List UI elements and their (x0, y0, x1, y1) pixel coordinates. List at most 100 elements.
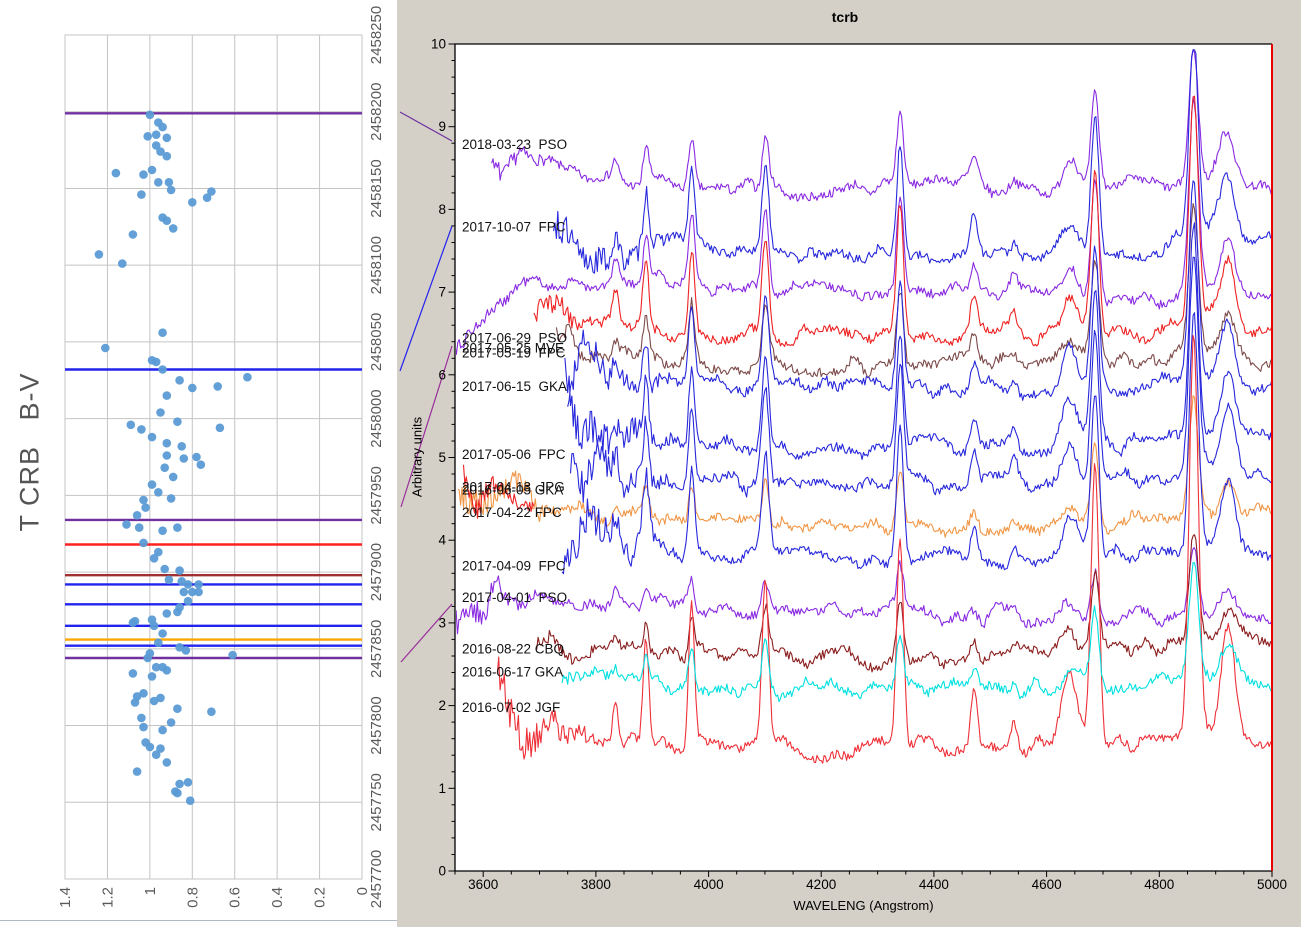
scatter-point (169, 224, 178, 233)
scatter-point (152, 750, 161, 759)
jd-tick-labels: 2458250245820024581502458100245805024580… (368, 6, 385, 908)
scatter-point (131, 617, 140, 626)
connector-line (401, 604, 452, 662)
units-tick-label: 7 (438, 285, 446, 300)
scatter-point (129, 669, 138, 678)
scatter-point (163, 666, 172, 675)
units-tick-label: 0 (438, 864, 446, 879)
scatter-point (135, 523, 144, 532)
scatter-point (139, 496, 148, 505)
scatter-point (165, 576, 174, 585)
jd-tick-label: 2458000 (368, 389, 385, 447)
scatter-point (131, 698, 140, 707)
scatter-point (173, 523, 182, 532)
spectrum-label: 2018-03-23 PSO (462, 137, 567, 152)
scatter-point (184, 778, 193, 787)
scatter-point (139, 689, 148, 698)
spectra-chart: 3600380040004200440046004800500001234567… (397, 0, 1301, 927)
scatter-point (173, 704, 182, 713)
jd-tick-label: 2457850 (368, 620, 385, 678)
scatter-point (118, 259, 127, 268)
wavelength-tick-label: 4600 (1032, 877, 1062, 892)
wavelength-tick-label: 4000 (694, 877, 724, 892)
scatter-point (158, 123, 167, 132)
scatter-point (148, 166, 157, 175)
scatter-point (192, 453, 201, 462)
jd-tick-label: 2458250 (368, 6, 385, 64)
wavelength-tick-label: 3600 (468, 877, 498, 892)
scatter-point (129, 230, 138, 239)
scatter-point (137, 714, 146, 723)
scatter-point (163, 609, 172, 618)
scatter-point (127, 421, 136, 430)
bv-tick-label: 0.4 (269, 887, 286, 908)
arbitrary-units-axis-label: Arbitrary units (410, 417, 425, 497)
scatter-point (146, 111, 155, 120)
scatter-point (213, 382, 222, 391)
scatter-point (160, 565, 169, 574)
left-panel-bottom-edge (0, 920, 397, 927)
scatter-point (139, 723, 148, 732)
spectrum-label: 2017-04-09 FPC (462, 559, 566, 574)
scatter-point (163, 439, 172, 448)
wavelength-tick-label: 3800 (581, 877, 611, 892)
scatter-point (158, 328, 167, 337)
scatter-point (122, 520, 131, 529)
bv-tick-label: 1.4 (57, 887, 74, 908)
scatter-point (207, 707, 216, 716)
scatter-point (158, 526, 167, 535)
scatter-point (243, 373, 252, 382)
units-tick-label: 10 (431, 37, 446, 52)
jd-tick-label: 2457700 (368, 850, 385, 908)
wavelength-tick-label: 5000 (1257, 877, 1287, 892)
scatter-point (150, 554, 159, 563)
spectrum-label: 2017-04-01 PSO (462, 590, 567, 605)
scatter-point (137, 190, 146, 199)
bv-tick-label: 1.2 (99, 887, 116, 908)
scatter-point (139, 539, 148, 548)
scatter-point (216, 424, 225, 433)
scatter-point (137, 425, 146, 434)
scatter-point (194, 588, 203, 597)
bv-tick-label: 0.2 (312, 887, 329, 908)
scatter-point (184, 597, 193, 606)
jd-tick-label: 2457900 (368, 543, 385, 601)
scatter-point (143, 654, 152, 663)
scatter-point (207, 187, 216, 196)
units-tick-label: 5 (438, 450, 446, 465)
scatter-point (194, 580, 203, 589)
wavelength-axis-label: WAVELENG (Angstrom) (455, 898, 1272, 913)
scatter-point (95, 250, 104, 259)
scatter-point (197, 460, 206, 469)
spectrum-label: 2017-05-06 FPC (462, 447, 566, 462)
scatter-point (154, 488, 163, 497)
spectrum-label: 2017-05-19 FPC (462, 345, 566, 360)
spectrum-label: 2016-07-02 JGF (462, 700, 560, 715)
scatter-point (173, 417, 182, 426)
spectrum-label: 2016-08-22 CBQ (462, 641, 564, 656)
jd-tick-label: 2458150 (368, 159, 385, 217)
spectrum-label: 2016-06-05 GKA (462, 483, 563, 498)
spectrum-label: 2017-10-07 FPC (462, 220, 566, 235)
scatter-point (184, 580, 193, 589)
scatter-point (177, 442, 186, 451)
scatter-point (141, 503, 150, 512)
scatter-point (163, 216, 172, 225)
screenshot-root: 2458250245820024581502458100245805024580… (0, 0, 1301, 927)
bv-tick-labels: 1.41.210.80.60.40.20 (57, 887, 371, 908)
scatter-point (180, 588, 189, 597)
units-tick-label: 3 (438, 615, 446, 630)
scatter-point (133, 767, 142, 776)
scatter-point (101, 344, 110, 353)
scatter-point (167, 494, 176, 503)
scatter-point (156, 408, 165, 417)
jd-tick-label: 2457750 (368, 773, 385, 831)
jd-tick-label: 2457950 (368, 466, 385, 524)
scatter-point (228, 651, 237, 660)
scatter-point (163, 758, 172, 767)
scatter-point (150, 622, 159, 631)
bv-tick-label: 0.6 (227, 887, 244, 908)
plot-area (65, 35, 362, 879)
scatter-point (154, 178, 163, 187)
units-tick-label: 1 (438, 781, 446, 796)
